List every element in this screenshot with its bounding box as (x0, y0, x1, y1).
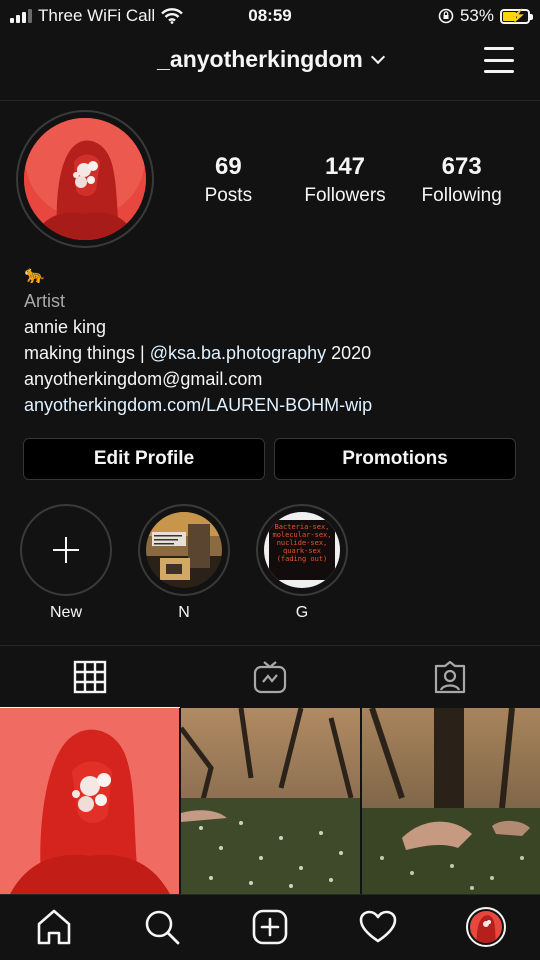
avatar-image (24, 118, 146, 240)
grid-icon (73, 660, 107, 694)
posts-value: 69 (214, 153, 242, 180)
header-divider (0, 100, 540, 101)
tagged-icon (434, 660, 466, 694)
username-label: _anyotherkingdom (157, 46, 363, 72)
plus-icon (22, 506, 110, 594)
posts-count[interactable]: 69 Posts (170, 153, 287, 207)
followers-label: Followers (304, 185, 386, 206)
tab-tagged[interactable] (360, 646, 540, 708)
profile-bio: 🐆 Artist annie king making things | @ksa… (24, 262, 372, 418)
highlight-label-new: New (49, 604, 82, 621)
posts-grid (0, 708, 540, 894)
new-post-icon (252, 909, 288, 945)
search-icon (145, 910, 180, 945)
nav-new-post[interactable] (250, 907, 290, 947)
profile-avatar[interactable] (24, 118, 146, 240)
bio-category: Artist (24, 291, 66, 311)
tab-grid[interactable] (0, 646, 180, 708)
highlight-circle (138, 504, 230, 596)
highlight-text-card: Bacteria-sex, molecular-sex, nuclide-sex… (269, 520, 335, 580)
highlight-thumbnail (146, 512, 222, 588)
nav-activity[interactable] (358, 907, 398, 947)
following-value: 673 (441, 153, 482, 180)
status-right: 53% ⚡ (438, 6, 533, 26)
nav-search[interactable] (142, 907, 182, 947)
charging-bolt-icon: ⚡ (510, 7, 527, 23)
bio-text-suffix: 2020 (326, 343, 372, 363)
highlight-new[interactable]: New (20, 504, 112, 622)
igtv-icon (253, 661, 287, 694)
highlight-thumbnail: Bacteria-sex, molecular-sex, nuclide-sex… (264, 512, 340, 588)
nav-profile[interactable] (466, 907, 506, 947)
battery-percent: 53% (459, 6, 494, 25)
posts-label: Posts (204, 185, 253, 206)
profile-avatar (466, 907, 506, 947)
home-icon (37, 909, 71, 945)
hamburger-menu-icon[interactable] (484, 47, 514, 73)
chevron-down-icon (370, 49, 385, 65)
bio-name: annie king (24, 317, 107, 337)
bottom-navigation (0, 894, 540, 960)
new-highlight-circle (20, 504, 112, 596)
bio-website-link[interactable]: anyotherkingdom.com/LAUREN-BOHM-wip (24, 392, 372, 418)
highlight-n[interactable]: N (138, 504, 230, 622)
highlight-label-g: G (295, 604, 309, 621)
promotions-button[interactable]: Promotions (274, 438, 516, 480)
bio-text-prefix: making things | (24, 343, 150, 363)
following-count[interactable]: 673 Following (403, 153, 520, 207)
tab-igtv[interactable] (180, 646, 360, 708)
nav-home[interactable] (34, 907, 74, 947)
post-thumbnail[interactable] (362, 708, 540, 894)
following-label: Following (421, 185, 502, 206)
bio-email[interactable]: anyotherkingdom@gmail.com (24, 366, 372, 392)
bio-emoji: 🐆 (24, 265, 46, 284)
battery-icon: ⚡ (500, 7, 533, 24)
account-switcher[interactable]: _anyotherkingdom (0, 46, 540, 73)
orientation-lock-icon (438, 8, 454, 24)
bio-mention-link[interactable]: @ksa.ba.photography (150, 343, 326, 363)
profile-tabs (0, 645, 540, 708)
highlight-label-n: N (178, 604, 190, 621)
followers-count[interactable]: 147 Followers (287, 153, 404, 207)
post-thumbnail[interactable] (181, 708, 360, 894)
activity-heart-icon (359, 910, 397, 943)
profile-header: _anyotherkingdom (0, 40, 540, 84)
post-thumbnail[interactable] (0, 708, 179, 894)
followers-value: 147 (324, 153, 366, 180)
highlight-g[interactable]: Bacteria-sex, molecular-sex, nuclide-sex… (256, 504, 348, 622)
bio-description: making things | @ksa.ba.photography 2020 (24, 340, 372, 366)
edit-profile-button[interactable]: Edit Profile (23, 438, 265, 480)
highlight-circle: Bacteria-sex, molecular-sex, nuclide-sex… (256, 504, 348, 596)
status-bar: Three WiFi Call 08:59 53% ⚡ (0, 0, 540, 30)
profile-stats: 69 Posts 147 Followers 673 Following (170, 153, 520, 207)
